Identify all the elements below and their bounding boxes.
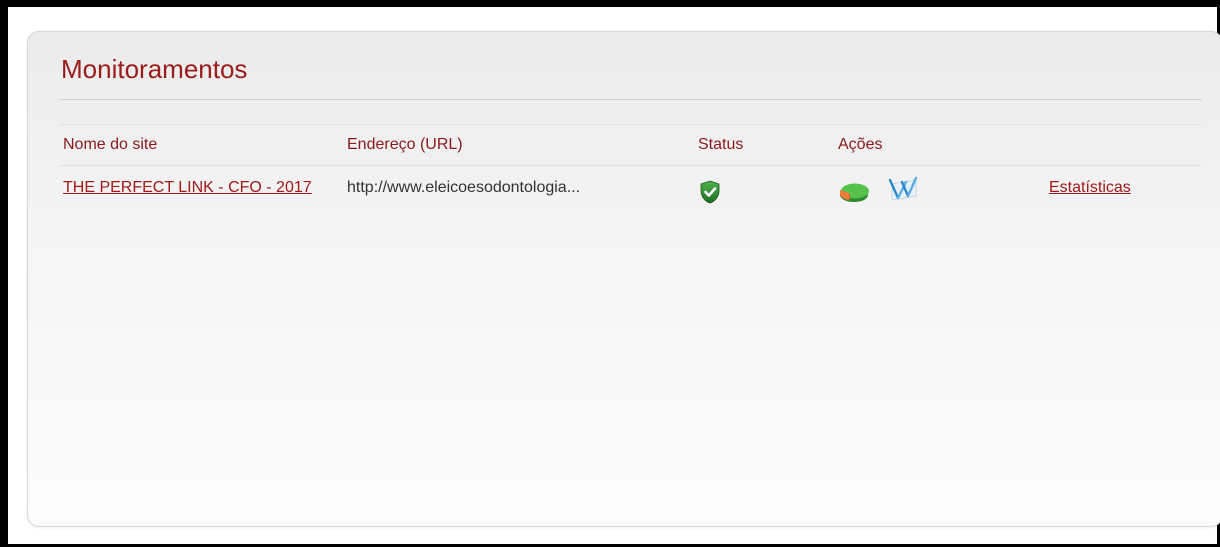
- column-header-status: Status: [698, 136, 744, 153]
- row-divider: [59, 165, 1202, 166]
- window-frame: Monitoramentos Nome do site Endereço (UR…: [0, 0, 1220, 547]
- page-title: Monitoramentos: [61, 54, 248, 84]
- column-header-site-name: Nome do site: [63, 136, 158, 153]
- header-divider: [59, 124, 1202, 125]
- site-name-link[interactable]: THE PERFECT LINK - CFO - 2017: [63, 176, 325, 200]
- pie-chart-icon[interactable]: [836, 178, 872, 204]
- site-url: http://www.eleicoesodontologia...: [347, 179, 581, 196]
- column-header-actions: Ações: [838, 136, 883, 153]
- monitoring-panel: Monitoramentos Nome do site Endereço (UR…: [27, 31, 1220, 527]
- title-divider: [59, 99, 1202, 100]
- statistics-link[interactable]: Estatísticas: [1049, 176, 1131, 200]
- stats-chart-icon[interactable]: [886, 174, 922, 204]
- shield-check-icon: [697, 179, 723, 205]
- column-header-url: Endereço (URL): [347, 136, 463, 153]
